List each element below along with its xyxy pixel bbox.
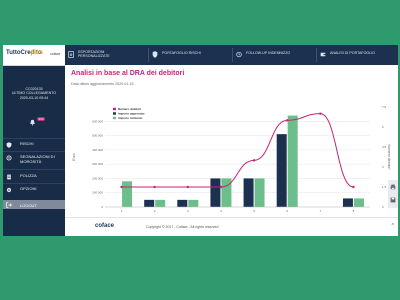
bar-importo-approvato [276,134,287,207]
x-tick-label: 3 [187,209,189,213]
side-tools [388,180,398,208]
y-tick-right: 0 [382,205,384,209]
point-numero-debitori [319,112,322,115]
x-tick-label: 5 [253,209,255,213]
sidebar-item-label: OPZIONI [20,186,37,191]
app-logo[interactable]: TuttoCredito .plus coface [3,45,65,66]
shield-icon [6,142,12,148]
y-tick-right: 6 [382,125,384,129]
y-tick-left: 300 000 [92,162,103,166]
gear-icon [6,187,12,193]
logout-label: LOGOUT [20,202,37,208]
bar-importo-richiesto [122,181,133,207]
sidebar-divider [3,151,65,152]
sidebar-item-label: RISCHI [20,141,34,146]
app-window: TuttoCredito .plus coface CC020135 ULTIM… [3,45,398,236]
y-tick-right: 4.5 [382,145,387,149]
bar-importo-approvato [144,199,155,207]
y-tick-left: 100 000 [92,191,103,195]
footer: coface Copyright © 2017 - Coface - All r… [65,217,398,236]
top-navigation: ESPORTAZIONI PERSONALIZZATE PORTAFOGLIO … [65,45,398,65]
y-tick-left: 400 000 [92,148,103,152]
y-tick-right: 3 [382,165,384,169]
y-tick-left: 200 000 [92,176,103,180]
nav-esportazioni[interactable]: ESPORTAZIONI PERSONALIZZATE [65,45,148,65]
sidebar-divider [3,138,65,139]
bar-importo-approvato [177,199,188,207]
legend-swatch [113,112,116,115]
legend-label: Importo approvato [118,112,145,116]
x-tick-label: 4 [220,209,222,213]
sidebar-item-label: SEGNALAZIONI DI MOROSITÀ [20,154,55,164]
last-login-time: 2020-03-10 09:44 [19,95,49,100]
bar-importo-richiesto [287,115,298,207]
line-numero-debitori [121,113,354,188]
legend-swatch [113,107,116,111]
footer-copyright: Copyright © 2017 - Coface - All rights r… [146,225,219,229]
logo-text-plus: .plus [29,50,44,56]
dra-chart: 0 100 000 200 000 300 000 400 000 500 000 600 … [72,105,391,213]
wallet-icon [320,52,326,57]
legend-label: Importo richiesto [118,116,143,120]
user-info: CC020135 ULTIMO COLLEGAMENTO 2020-03-10 … [3,87,65,100]
scroll-top-button[interactable]: ^ [392,223,394,229]
notification-badge: 999 [37,117,46,121]
point-numero-debitori [285,119,289,122]
sidebar-divider [3,183,65,184]
point-numero-debitori [252,159,256,162]
x-tick-label: 7 [319,209,321,213]
nav-label: FOLLOW-UP INDENNIZZO [246,51,291,55]
point-numero-debitori [153,185,156,189]
print-icon[interactable] [390,184,396,190]
sidebar: TuttoCredito .plus coface CC020135 ULTIM… [3,45,65,236]
y-axis-label-left: Euro [72,153,76,160]
logo-text-coface: coface [50,52,61,56]
sidebar-divider [3,169,65,170]
sidebar-item-label: POLIZZA [20,173,37,178]
bar-importo-approvato [210,178,221,207]
gear-icon [6,155,12,161]
x-tick-label: 8 [353,209,355,213]
export-icon [68,51,74,58]
nav-label: PORTAFOGLIO RISCHI [162,51,201,55]
bar-importo-richiesto [188,199,199,207]
legend-swatch [113,116,116,120]
shield-icon [152,51,158,58]
point-numero-debitori [186,185,190,189]
y-tick-right: 7.5 [382,105,387,109]
bar-importo-richiesto [353,198,364,207]
bar-importo-richiesto [155,199,166,207]
y-tick-left: 0 [101,205,103,209]
legend-label: Numero debitori [118,107,141,111]
nav-label-line2: PERSONALIZZATE [78,54,110,58]
x-tick-label: 2 [154,209,156,213]
nav-analisi-portafoglio[interactable]: ANALISI DI PORTAFOGLIO [317,45,398,65]
save-icon[interactable] [390,197,396,203]
nav-label: ANALISI DI PORTAFOGLIO [330,51,375,55]
y-axis-label-right: Numero debitori [387,145,391,170]
logout-button[interactable]: LOGOUT [3,200,65,209]
nav-follow-up[interactable]: FOLLOW-UP INDENNIZZO [233,45,316,65]
x-tick-label: 6 [286,209,288,213]
point-numero-debitori [120,185,123,189]
nav-portafoglio-rischi[interactable]: PORTAFOGLIO RISCHI [149,45,232,65]
x-tick-label: 1 [121,209,123,213]
document-icon [7,174,11,180]
bar-importo-richiesto [221,178,232,207]
bar-importo-approvato [342,198,353,207]
footer-brand: coface [95,223,115,229]
logout-icon [6,201,12,208]
bell-icon[interactable] [29,119,36,126]
point-numero-debitori [219,185,223,189]
bar-importo-approvato [243,178,254,207]
nav-label: ESPORTAZIONI PERSONALIZZATE [78,50,110,58]
clock-icon [236,51,242,58]
page-title: Analisi in base al DRA dei debitori [71,70,185,77]
y-tick-left: 500 000 [92,134,103,138]
y-tick-right: 1.5 [382,185,387,189]
bar-importo-richiesto [254,178,265,207]
point-numero-debitori [352,185,355,189]
y-tick-left: 600 000 [92,119,103,123]
